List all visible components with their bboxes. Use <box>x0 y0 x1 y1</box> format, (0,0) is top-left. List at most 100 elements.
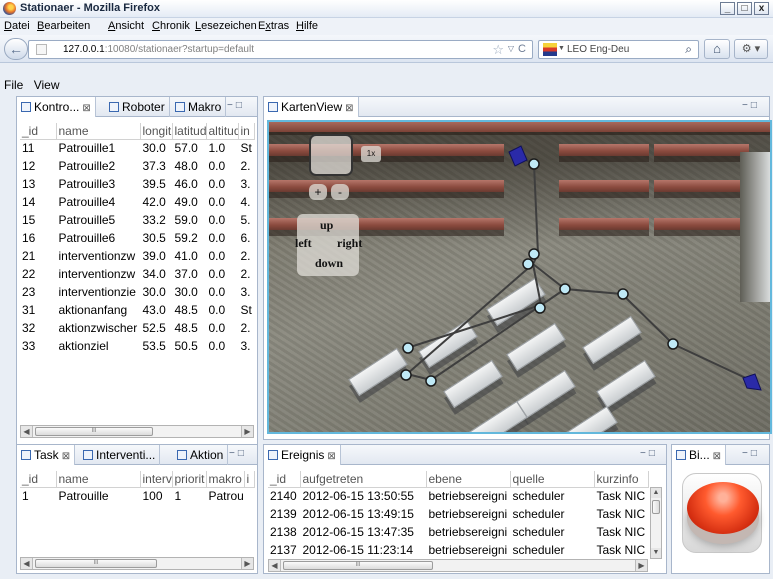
table-row[interactable]: 23 interventionzie 30.0 30.0 0.0 3. <box>20 283 254 301</box>
pan-right-button[interactable]: right <box>337 236 362 251</box>
table-row[interactable]: 33 aktionziel 53.5 50.5 0.0 3. <box>20 337 254 355</box>
column-header[interactable]: priorit <box>172 471 207 488</box>
column-header[interactable]: _id <box>20 471 57 488</box>
tab-kartenview[interactable]: KartenView ⊠ <box>264 97 359 117</box>
minimize-maximize-icons[interactable]: −□ <box>742 448 760 459</box>
minimize-maximize-icons[interactable]: −□ <box>640 448 658 459</box>
waypoint[interactable] <box>534 302 546 314</box>
menu-ansicht[interactable]: Ansicht <box>108 20 144 32</box>
scroll-down-icon[interactable]: ▼ <box>651 548 661 558</box>
app-menu-view[interactable]: View <box>34 78 60 92</box>
menu-datei[interactable]: Datei <box>4 20 30 32</box>
pan-down-button[interactable]: down <box>315 256 343 271</box>
robot-marker-icon[interactable] <box>508 145 528 167</box>
column-header[interactable]: i <box>244 471 255 488</box>
scroll-left-icon[interactable]: ◀ <box>21 558 33 569</box>
scroll-up-icon[interactable]: ▲ <box>651 488 661 498</box>
tab-aktion[interactable]: Aktion <box>173 445 229 465</box>
column-header[interactable]: _id <box>268 471 301 488</box>
scroll-right-icon[interactable]: ▶ <box>241 426 253 437</box>
table-row[interactable]: 13 Patrouille3 39.5 46.0 0.0 3. <box>20 175 254 193</box>
leo-engine-icon[interactable] <box>543 43 557 56</box>
scroll-thumb[interactable]: III <box>35 427 153 436</box>
close-tab-icon[interactable]: ⊠ <box>345 103 353 114</box>
red-button-icon[interactable] <box>687 482 759 534</box>
menu-bearbeiten[interactable]: Bearbeiten <box>37 20 90 32</box>
minimize-maximize-icons[interactable]: −□ <box>229 448 247 459</box>
scroll-thumb[interactable]: III <box>35 559 157 568</box>
app-menu-file[interactable]: File <box>4 78 23 92</box>
column-header[interactable]: altitud <box>206 123 239 140</box>
engine-dropdown-icon[interactable]: ▼ <box>558 45 565 52</box>
waypoint[interactable] <box>667 338 679 350</box>
url-dropdown-icon[interactable]: ▽ <box>508 44 514 53</box>
waypoint[interactable] <box>425 375 437 387</box>
bookmark-star-icon[interactable]: ☆ <box>492 42 504 58</box>
zoom-in-button[interactable]: + <box>309 184 327 200</box>
table-row[interactable]: 12 Patrouille2 37.3 48.0 0.0 2. <box>20 157 254 175</box>
table-row[interactable]: 31 aktionanfang 43.0 48.5 0.0 St <box>20 301 254 319</box>
scroll-thumb[interactable]: III <box>283 561 433 570</box>
menu-lesezeichen[interactable]: Lesezeichen <box>195 20 257 32</box>
tab-makro[interactable]: Makro <box>171 97 227 117</box>
table-row[interactable]: 15 Patrouille5 33.2 59.0 0.0 5. <box>20 211 254 229</box>
tab-ereignis[interactable]: Ereignis ⊠ <box>264 445 341 465</box>
horizontal-scrollbar[interactable]: ◀ III ▶ <box>20 425 254 438</box>
table-row[interactable]: 14 Patrouille4 42.0 49.0 0.0 4. <box>20 193 254 211</box>
addon-icon[interactable]: ⚙ ▾ <box>734 39 768 59</box>
column-header[interactable]: aufgetreten <box>300 471 427 488</box>
waypoint[interactable] <box>528 158 540 170</box>
scroll-left-icon[interactable]: ◀ <box>21 426 33 437</box>
column-header[interactable]: latitud <box>172 123 207 140</box>
emergency-stop-button[interactable] <box>682 473 762 553</box>
column-header[interactable]: _id <box>20 123 57 140</box>
scroll-right-icon[interactable]: ▶ <box>635 560 647 571</box>
table-row[interactable]: 1 Patrouille 100 1 Patroui <box>20 487 254 505</box>
table-row[interactable]: 2139 2012-06-15 13:49:15 betriebsereigni sc… <box>268 505 648 523</box>
scroll-left-icon[interactable]: ◀ <box>269 560 281 571</box>
search-icon[interactable]: ⌕ <box>685 42 692 57</box>
waypoint[interactable] <box>617 288 629 300</box>
close-tab-icon[interactable]: ⊠ <box>62 451 70 462</box>
waypoint[interactable] <box>400 369 412 381</box>
pan-left-button[interactable]: left <box>295 236 312 251</box>
reload-icon[interactable]: C <box>518 43 526 55</box>
minimize-maximize-icons[interactable]: −□ <box>742 100 760 111</box>
tab-roboter[interactable]: Roboter <box>105 97 170 117</box>
column-header[interactable]: longit <box>140 123 173 140</box>
horizontal-scrollbar[interactable]: ◀ III ▶ <box>268 559 648 572</box>
warehouse-map[interactable]: 1x + - up left right down <box>267 120 772 434</box>
close-tab-icon[interactable]: ⊠ <box>82 103 90 114</box>
column-header[interactable]: kurzinfo <box>594 471 649 488</box>
column-header[interactable]: name <box>56 123 141 140</box>
menu-chronik[interactable]: Chronik <box>152 20 190 32</box>
minimize-maximize-icons[interactable]: −□ <box>227 100 245 111</box>
maximize-button[interactable]: □ <box>737 2 752 15</box>
waypoint[interactable] <box>559 283 571 295</box>
close-window-button[interactable]: x <box>754 2 769 15</box>
url-bar[interactable]: 127.0.0.1:10080/stationaer?startup=defau… <box>28 40 533 59</box>
table-row[interactable]: 11 Patrouille1 30.0 57.0 1.0 St <box>20 139 254 157</box>
table-row[interactable]: 32 aktionzwischer 52.5 48.5 0.0 2. <box>20 319 254 337</box>
vertical-scrollbar[interactable]: ▲ ▼ <box>650 487 662 559</box>
tab-kontrollpunkte[interactable]: Kontro... ⊠ <box>17 97 96 117</box>
back-arrow-icon[interactable]: ← <box>4 38 28 60</box>
tab-bi[interactable]: Bi... ⊠ <box>672 445 727 465</box>
column-header[interactable]: in <box>238 123 255 140</box>
minimize-button[interactable]: _ <box>720 2 735 15</box>
tab-interventionen[interactable]: Interventi... <box>79 445 161 465</box>
table-row[interactable]: 21 interventionzw 39.0 41.0 0.0 2. <box>20 247 254 265</box>
table-row[interactable]: 2137 2012-06-15 11:23:14 betriebsereigni sc… <box>268 541 648 559</box>
table-row[interactable]: 2140 2012-06-15 13:50:55 betriebsereigni sc… <box>268 487 648 505</box>
search-bar[interactable]: ▼ LEO Eng-Deu ⌕ <box>538 40 699 59</box>
column-header[interactable]: name <box>56 471 141 488</box>
scroll-thumb[interactable] <box>652 500 660 514</box>
home-icon[interactable]: ⌂ <box>704 39 730 59</box>
zoom-out-button[interactable]: - <box>331 184 349 200</box>
menu-extras[interactable]: Extras <box>258 20 289 32</box>
table-row[interactable]: 22 interventionzw 34.0 37.0 0.0 2. <box>20 265 254 283</box>
map-zoom-viewport[interactable] <box>309 134 353 176</box>
horizontal-scrollbar[interactable]: ◀ III ▶ <box>20 557 254 570</box>
robot-marker-icon[interactable] <box>742 373 762 391</box>
waypoint[interactable] <box>402 342 414 354</box>
